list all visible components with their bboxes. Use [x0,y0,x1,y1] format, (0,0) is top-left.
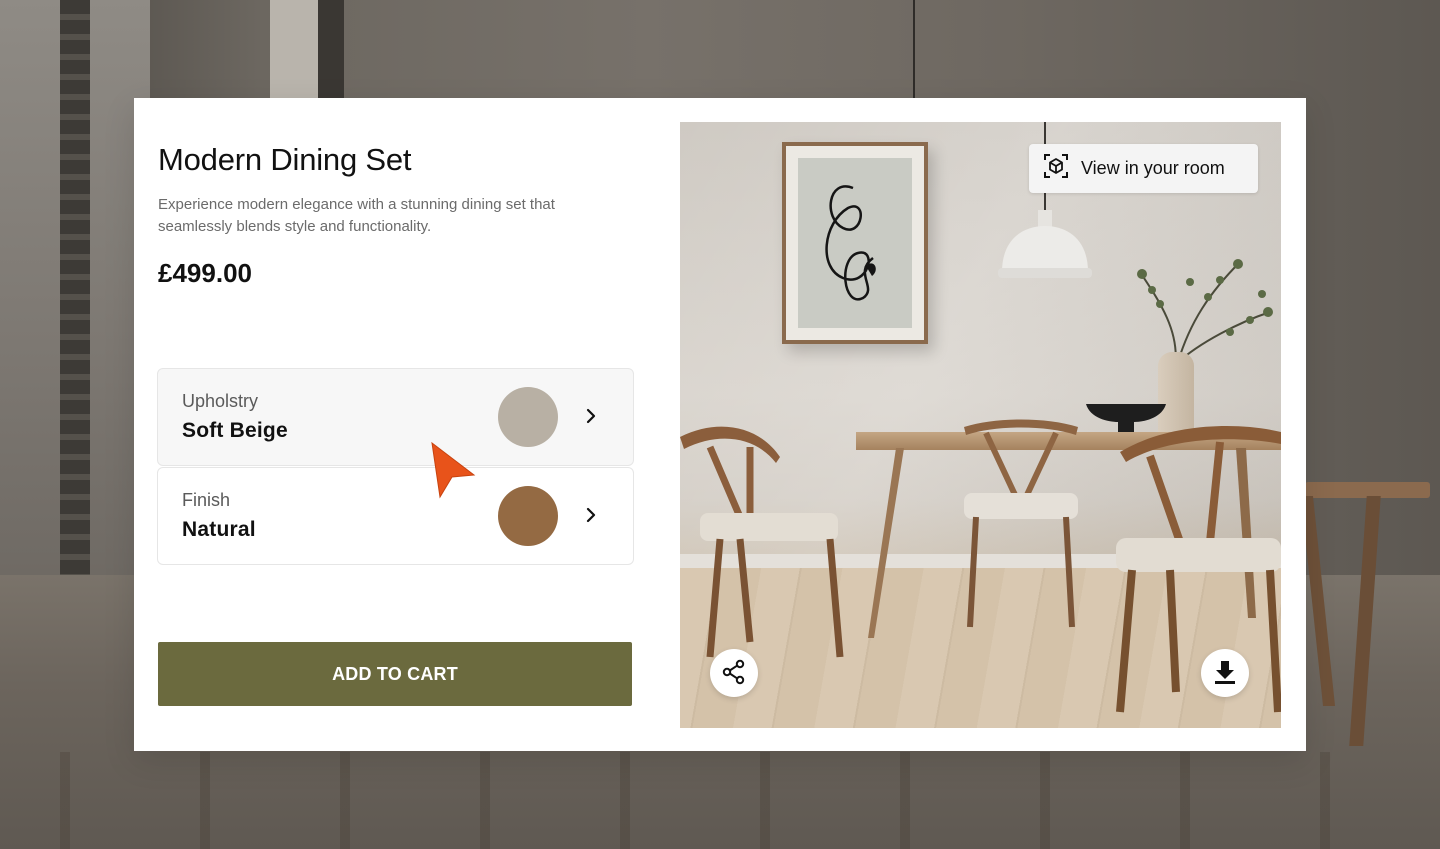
wall-art-frame [782,142,928,344]
share-icon [721,659,747,688]
background-floor-reflection [0,752,1440,849]
option-upholstery[interactable]: Upholstry Soft Beige [157,368,634,466]
dining-chair-center [964,419,1078,628]
chevron-right-icon [582,504,600,526]
product-options: Upholstry Soft Beige Finish Natural [157,368,634,566]
share-button[interactable] [710,649,758,697]
plant-branches [1137,259,1273,368]
background-window-post-shadow [318,0,344,100]
product-price: £499.00 [158,258,252,288]
product-title: Modern Dining Set [158,142,412,177]
option-value: Natural [182,518,256,541]
background-pendant-wire [913,0,915,100]
product-image: View in your room [680,122,1281,728]
finish-swatch [498,486,558,546]
background-window-post [270,0,318,100]
download-icon [1213,659,1237,688]
pendant-lamp [998,210,1092,278]
wall-art-canvas [798,158,912,328]
view-in-room-label: View in your room [1081,158,1225,178]
upholstery-swatch [498,387,558,447]
option-label: Upholstry [182,391,259,411]
product-description: Experience modern elegance with a stunni… [158,196,555,235]
ar-cube-icon [1043,153,1069,184]
option-value: Soft Beige [182,419,288,442]
option-label: Finish [182,490,231,510]
dining-chair-right [1116,426,1281,713]
add-to-cart-button[interactable]: ADD TO CART [158,642,632,706]
chevron-right-icon [582,405,600,427]
product-card: Modern Dining Set Experience modern eleg… [134,98,1306,751]
download-button[interactable] [1201,649,1249,697]
background-window-frame [60,0,90,575]
dining-chair-left [680,426,844,658]
option-finish[interactable]: Finish Natural [157,467,634,565]
view-in-room-button[interactable]: View in your room [1029,144,1258,193]
